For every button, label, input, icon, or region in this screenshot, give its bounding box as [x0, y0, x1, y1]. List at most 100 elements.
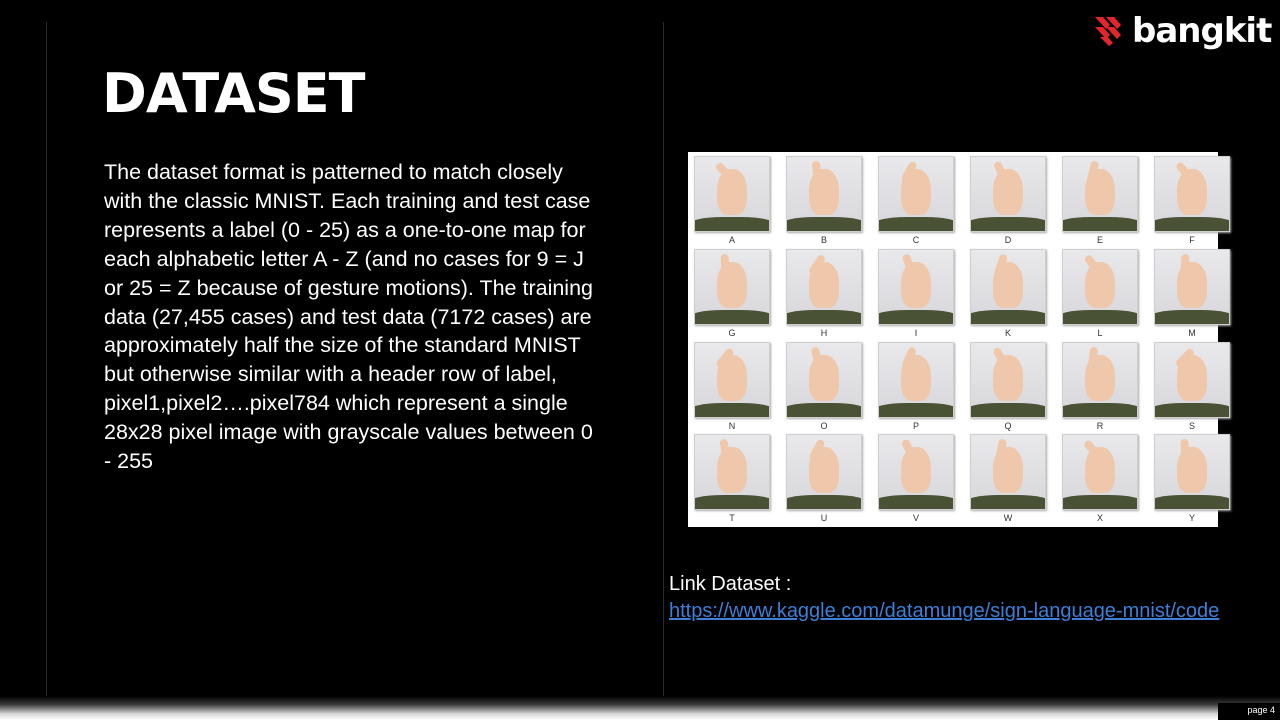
asl-sign-cell: L — [1062, 248, 1138, 340]
hand-sign-photo — [694, 434, 770, 511]
sleeve — [1155, 495, 1229, 510]
sleeve — [787, 402, 861, 417]
hand-sign-photo — [878, 434, 954, 511]
asl-letter-label: Q — [1004, 420, 1012, 431]
sleeve — [787, 217, 861, 231]
asl-sign-cell: B — [786, 156, 862, 247]
slide-title: DATASET — [102, 62, 365, 125]
dataset-link[interactable]: https://www.kaggle.com/datamunge/sign-la… — [669, 600, 1219, 623]
asl-sign-cell: G — [694, 248, 770, 340]
hand-sign-photo — [878, 341, 954, 418]
hand-sign-photo — [1062, 248, 1138, 325]
asl-letter-label: U — [820, 513, 828, 524]
asl-sign-cell: C — [878, 156, 954, 247]
bottom-gradient-strip — [0, 696, 1280, 720]
hand-sign-photo — [694, 341, 770, 418]
hand-sign-photo — [786, 434, 862, 511]
sleeve — [695, 217, 769, 231]
hand-sign-photo — [1154, 248, 1230, 325]
sleeve — [879, 309, 953, 324]
hand-icon — [901, 447, 931, 494]
logo-text: bangkit — [1132, 11, 1272, 51]
hand-sign-photo — [1154, 434, 1230, 511]
dataset-description: The dataset format is patterned to match… — [104, 160, 593, 474]
asl-letter-label: G — [728, 327, 736, 338]
hand-sign-photo — [786, 341, 862, 418]
asl-sign-cell: D — [970, 156, 1046, 247]
hand-sign-photo — [694, 248, 770, 325]
asl-alphabet-image: A B C D E F G H I K L M N O P Q R S T U V W X Y — [688, 152, 1230, 527]
sleeve — [695, 495, 769, 510]
asl-sign-cell: M — [1154, 248, 1230, 340]
sleeve — [879, 495, 953, 510]
sleeve — [1063, 217, 1137, 231]
sleeve — [879, 402, 953, 417]
asl-sign-cell: Y — [1154, 434, 1230, 525]
asl-letter-label: O — [820, 420, 828, 431]
hand-sign-photo — [786, 156, 862, 232]
hand-sign-photo — [878, 156, 954, 232]
asl-letter-label: W — [1003, 513, 1013, 524]
asl-sign-cell: I — [878, 248, 954, 340]
sleeve — [1063, 495, 1137, 510]
hand-sign-photo — [786, 248, 862, 325]
asl-sign-cell: X — [1062, 434, 1138, 525]
bangkit-logo: bangkit — [1092, 8, 1272, 54]
sleeve — [787, 495, 861, 510]
hand-sign-photo — [1062, 341, 1138, 418]
asl-letter-label: R — [1096, 420, 1104, 431]
asl-sign-cell: K — [970, 248, 1046, 340]
hand-sign-photo — [1062, 434, 1138, 511]
asl-letter-label: P — [912, 420, 919, 431]
link-label: Link Dataset : — [669, 573, 792, 595]
asl-sign-cell: O — [786, 341, 862, 433]
asl-letter-label: E — [1096, 235, 1103, 245]
hand-sign-photo — [970, 156, 1046, 232]
asl-letter-label: K — [1004, 327, 1011, 338]
asl-sign-cell: T — [694, 434, 770, 525]
asl-letter-label: S — [1188, 420, 1195, 431]
sleeve — [971, 217, 1045, 231]
bangkit-logo-icon — [1095, 17, 1121, 46]
asl-letter-label: L — [1097, 327, 1103, 338]
hand-sign-photo — [1154, 341, 1230, 418]
asl-letter-label: C — [912, 235, 920, 245]
sleeve — [695, 402, 769, 417]
asl-sign-cell: P — [878, 341, 954, 433]
sleeve — [879, 217, 953, 231]
sleeve — [971, 309, 1045, 324]
asl-sign-cell: N — [694, 341, 770, 433]
sleeve — [1063, 309, 1137, 324]
asl-letter-label: Y — [1188, 513, 1195, 524]
hand-sign-photo — [878, 248, 954, 325]
sleeve — [1155, 309, 1229, 324]
asl-letter-label: B — [820, 235, 827, 245]
page-number: page 4 — [1218, 703, 1280, 720]
finger-shape — [720, 253, 730, 276]
asl-sign-cell: S — [1154, 341, 1230, 433]
asl-sign-cell: V — [878, 434, 954, 525]
asl-sign-cell: R — [1062, 341, 1138, 433]
hand-sign-photo — [970, 248, 1046, 325]
sleeve — [787, 309, 861, 324]
sleeve — [695, 309, 769, 324]
hand-sign-photo — [970, 341, 1046, 418]
asl-letter-label: M — [1188, 327, 1196, 338]
asl-sign-cell: E — [1062, 156, 1138, 247]
asl-sign-cell: Q — [970, 341, 1046, 433]
asl-sign-cell: H — [786, 248, 862, 340]
hand-sign-photo — [1154, 156, 1230, 232]
asl-sign-cell: A — [694, 156, 770, 247]
asl-sign-cell: W — [970, 434, 1046, 525]
asl-letter-label: T — [729, 513, 735, 524]
asl-letter-label: I — [914, 327, 918, 338]
asl-letter-label: V — [912, 513, 919, 524]
sleeve — [1155, 217, 1229, 231]
sleeve — [971, 495, 1045, 510]
asl-letter-label: D — [1004, 235, 1012, 245]
asl-letter-label: F — [1189, 235, 1195, 245]
sleeve — [1063, 402, 1137, 417]
hand-sign-photo — [694, 156, 770, 232]
asl-sign-cell: U — [786, 434, 862, 525]
hand-sign-photo — [1062, 156, 1138, 232]
